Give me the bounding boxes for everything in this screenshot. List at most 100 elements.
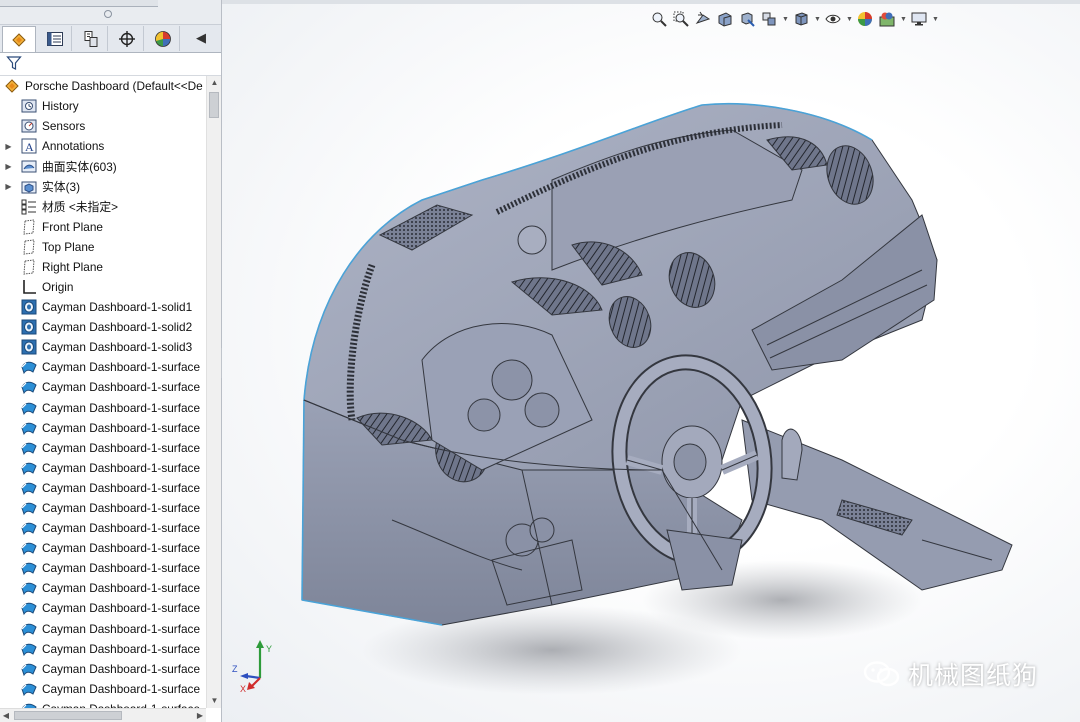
dashboard-3d-model[interactable] — [222, 0, 1080, 722]
scroll-up-arrow-icon[interactable]: ▲ — [207, 76, 221, 90]
hide-show-items-icon — [825, 14, 841, 24]
previous-view-button[interactable] — [694, 10, 712, 28]
tree-vertical-scrollbar[interactable]: ▲ ▼ — [206, 76, 221, 708]
tab-display-manager[interactable] — [146, 26, 180, 51]
view-orientation-dropdown-icon[interactable]: ▼ — [782, 16, 789, 23]
panel-grip-icon[interactable] — [104, 10, 112, 18]
imported-solid-icon — [21, 339, 37, 355]
tree-item-label: 实体(3) — [42, 180, 81, 195]
tree-item-label: Cayman Dashboard-1-surface — [42, 360, 201, 375]
tree-item[interactable]: Cayman Dashboard-1-surface — [0, 699, 206, 708]
expand-arrow-icon[interactable]: ▶ — [4, 142, 13, 151]
imported-solid-icon — [21, 319, 37, 335]
tree-item[interactable]: Cayman Dashboard-1-surface — [0, 498, 206, 518]
tree-item-label: Cayman Dashboard-1-surface — [42, 661, 201, 676]
filter-funnel-icon[interactable] — [6, 55, 22, 71]
tree-item[interactable]: Cayman Dashboard-1-solid3 — [0, 337, 206, 357]
tree-item[interactable]: Cayman Dashboard-1-surface — [0, 538, 206, 558]
scroll-down-arrow-icon[interactable]: ▼ — [207, 694, 221, 708]
zoom-to-fit-button[interactable] — [650, 10, 668, 28]
triad-y-label: Y — [266, 644, 272, 654]
part-icon — [4, 78, 20, 94]
tree-item-label: Cayman Dashboard-1-surface — [42, 581, 201, 596]
property-manager-icon — [46, 31, 63, 46]
tree-item[interactable]: Cayman Dashboard-1-solid2 — [0, 317, 206, 337]
apply-scene-dropdown-icon[interactable]: ▼ — [900, 16, 907, 23]
section-view-button[interactable] — [716, 10, 734, 28]
tree-item-label: Annotations — [42, 139, 105, 154]
tree-item[interactable]: 材质 <未指定> — [0, 197, 206, 217]
tree-item[interactable]: ▶ 曲面实体(603) — [0, 156, 206, 176]
tree-item[interactable]: ▶ A Annotations — [0, 136, 206, 156]
view-settings-button[interactable] — [910, 10, 928, 28]
tree-item[interactable]: Cayman Dashboard-1-solid1 — [0, 297, 206, 317]
tree-item-label: 材质 <未指定> — [42, 200, 119, 215]
tree-item[interactable]: Cayman Dashboard-1-surface — [0, 578, 206, 598]
tree-item-label: Origin — [42, 279, 74, 294]
horizontal-scroll-thumb[interactable] — [14, 711, 122, 720]
tree-item-label: Cayman Dashboard-1-surface — [42, 561, 201, 576]
tree-item[interactable]: Cayman Dashboard-1-surface — [0, 679, 206, 699]
tree-item[interactable]: Cayman Dashboard-1-surface — [0, 438, 206, 458]
tree-item[interactable]: Cayman Dashboard-1-surface — [0, 377, 206, 397]
tree-item[interactable]: Origin — [0, 277, 206, 297]
graphics-area[interactable]: ▼ ▼ ▼ ▼ ▼ Y Z X 机械图纸狗 — [222, 0, 1080, 722]
tab-scroll-arrows[interactable]: ◀ — [184, 28, 218, 48]
scroll-right-arrow-icon[interactable]: ▶ — [194, 709, 206, 722]
display-style-dropdown-icon[interactable]: ▼ — [814, 16, 821, 23]
expand-arrow-icon[interactable]: ▶ — [4, 182, 13, 191]
apply-scene-icon — [879, 12, 895, 27]
scroll-left-arrow-icon[interactable]: ◀ — [0, 709, 12, 722]
tab-configuration-manager[interactable] — [74, 26, 108, 51]
view-settings-dropdown-icon[interactable]: ▼ — [932, 16, 939, 23]
tab-feature-manager[interactable] — [2, 26, 36, 52]
imported-surface-icon — [21, 520, 37, 536]
tree-filter-bar[interactable] — [0, 53, 221, 76]
tree-item[interactable]: Cayman Dashboard-1-surface — [0, 398, 206, 418]
display-style-button[interactable] — [792, 10, 810, 28]
tree-item[interactable]: Cayman Dashboard-1-surface — [0, 418, 206, 438]
tree-item[interactable]: Cayman Dashboard-1-surface — [0, 639, 206, 659]
collapsed-tab-strip[interactable] — [0, 0, 158, 7]
tree-item[interactable]: Cayman Dashboard-1-surface — [0, 478, 206, 498]
tree-item[interactable]: Cayman Dashboard-1-surface — [0, 357, 206, 377]
previous-view-icon — [695, 11, 711, 24]
tree-item-label: Cayman Dashboard-1-solid3 — [42, 340, 193, 355]
tree-item[interactable]: ▶ 实体(3) — [0, 176, 206, 196]
history-icon — [21, 98, 37, 114]
tab-property-manager[interactable] — [38, 26, 72, 51]
dynamic-annotation-views-button[interactable] — [738, 10, 756, 28]
tree-item-label: Top Plane — [42, 239, 95, 254]
tree-item-label: 曲面实体(603) — [42, 159, 117, 174]
zoom-to-area-button[interactable] — [672, 10, 690, 28]
vertical-scroll-thumb[interactable] — [209, 92, 219, 118]
view-orientation-button[interactable] — [760, 10, 778, 28]
hide-show-items-dropdown-icon[interactable]: ▼ — [846, 16, 853, 23]
expand-arrow-icon[interactable]: ▶ — [4, 162, 13, 171]
tree-item[interactable]: Right Plane — [0, 257, 206, 277]
apply-scene-button[interactable] — [878, 10, 896, 28]
tree-item[interactable]: Cayman Dashboard-1-surface — [0, 558, 206, 578]
tree-item[interactable]: Cayman Dashboard-1-surface — [0, 518, 206, 538]
tree-item[interactable]: Cayman Dashboard-1-surface — [0, 598, 206, 618]
tree-item[interactable]: Top Plane — [0, 237, 206, 257]
imported-surface-icon — [21, 600, 37, 616]
tree-item[interactable]: Cayman Dashboard-1-surface — [0, 659, 206, 679]
sensors-icon — [21, 118, 37, 134]
tree-root-part[interactable]: Porsche Dashboard (Default<<De — [0, 76, 206, 96]
tree-horizontal-scrollbar[interactable]: ◀ ▶ — [0, 708, 206, 722]
tree-item[interactable]: History — [0, 96, 206, 116]
crosshair-icon — [118, 30, 135, 47]
panel-top-strip — [0, 0, 221, 25]
edit-appearance-button[interactable] — [856, 10, 874, 28]
tab-dimxpert-manager[interactable] — [110, 26, 144, 51]
chevron-left-icon[interactable]: ◀ — [196, 30, 206, 46]
triad-z-label: Z — [232, 664, 238, 674]
tree-item[interactable]: Sensors — [0, 116, 206, 136]
view-orientation-icon — [762, 12, 776, 26]
imported-surface-icon — [21, 701, 37, 708]
hide-show-items-button[interactable] — [824, 10, 842, 28]
tree-item[interactable]: Cayman Dashboard-1-surface — [0, 619, 206, 639]
tree-item[interactable]: Cayman Dashboard-1-surface — [0, 458, 206, 478]
tree-item[interactable]: Front Plane — [0, 217, 206, 237]
